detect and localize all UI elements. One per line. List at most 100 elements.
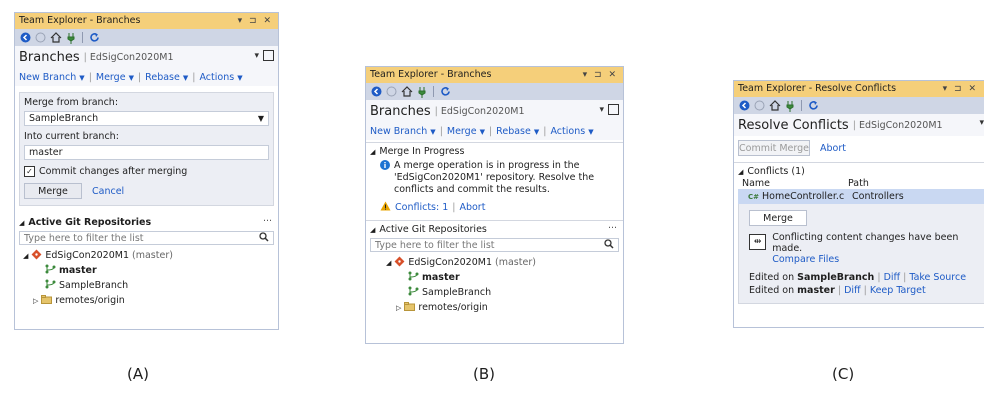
repo-tree-node[interactable]: ◢ EdSigCon2020M1 (master) bbox=[386, 255, 623, 270]
popout-icon[interactable] bbox=[263, 50, 274, 61]
source-branch-name: SampleBranch bbox=[797, 272, 875, 283]
keep-target-link[interactable]: Keep Target bbox=[870, 285, 926, 296]
branch-item-master[interactable]: master bbox=[23, 263, 278, 278]
team-explorer-panel-b: Team Explorer - Branches ▾ ⊐ ✕ Branches … bbox=[365, 66, 624, 344]
home-icon[interactable] bbox=[49, 31, 62, 44]
refresh-icon[interactable] bbox=[88, 31, 101, 44]
active-repos-header[interactable]: ◢ Active Git Repositories ··· bbox=[366, 220, 623, 238]
new-branch-button[interactable]: New Branch ▼ bbox=[370, 126, 436, 137]
connect-icon[interactable] bbox=[783, 99, 796, 112]
expanded-triangle-icon[interactable]: ◢ bbox=[386, 259, 391, 267]
connect-icon[interactable] bbox=[64, 31, 77, 44]
chevron-down-icon[interactable]: ▾ bbox=[979, 118, 984, 128]
more-options-icon[interactable]: ··· bbox=[263, 216, 272, 227]
window-controls[interactable]: ▾ ⊐ ✕ bbox=[238, 13, 273, 29]
more-options-icon[interactable]: ··· bbox=[608, 223, 617, 234]
back-icon[interactable] bbox=[370, 85, 383, 98]
back-icon[interactable] bbox=[19, 31, 32, 44]
repo-filter-input[interactable]: Type here to filter the list bbox=[19, 231, 274, 245]
merge-progress-header[interactable]: ◢ Merge In Progress bbox=[366, 143, 623, 160]
new-branch-button[interactable]: New Branch ▼ bbox=[19, 72, 85, 83]
merge-menu-button[interactable]: Merge ▼ bbox=[447, 126, 485, 137]
repo-filter-input[interactable]: Type here to filter the list bbox=[370, 238, 619, 252]
window-controls[interactable]: ▾ ⊐ ✕ bbox=[583, 67, 618, 83]
merge-menu-button[interactable]: Merge ▼ bbox=[96, 72, 134, 83]
search-icon[interactable] bbox=[604, 238, 614, 252]
conflicts-column-headers: Name Path bbox=[734, 177, 984, 189]
collapse-triangle-icon[interactable]: ◢ bbox=[738, 168, 743, 176]
rebase-menu-button[interactable]: Rebase ▼ bbox=[496, 126, 539, 137]
panel-a-toolbar bbox=[15, 29, 278, 46]
csharp-file-icon: C# bbox=[748, 192, 760, 201]
collapse-triangle-icon[interactable]: ◢ bbox=[370, 226, 375, 234]
abort-link[interactable]: Abort bbox=[820, 143, 846, 154]
repo-tree: ◢ EdSigCon2020M1 (master) master SampleB… bbox=[366, 255, 623, 315]
forward-icon[interactable] bbox=[753, 99, 766, 112]
column-header-name[interactable]: Name bbox=[742, 178, 848, 189]
take-source-link[interactable]: Take Source bbox=[909, 272, 966, 283]
chevron-down-icon: ▼ bbox=[257, 114, 264, 123]
conflicts-link[interactable]: Conflicts: 1 bbox=[395, 202, 448, 213]
home-icon[interactable] bbox=[768, 99, 781, 112]
diff-target-link[interactable]: Diff bbox=[844, 285, 861, 296]
connect-icon[interactable] bbox=[415, 85, 428, 98]
chevron-down-icon[interactable]: ▾ bbox=[254, 51, 259, 61]
chevron-down-icon[interactable]: ▾ bbox=[599, 105, 604, 115]
forward-icon[interactable] bbox=[385, 85, 398, 98]
search-icon[interactable] bbox=[259, 231, 269, 245]
commit-merge-row: Commit Merge Abort bbox=[734, 136, 984, 163]
panel-b-title: Team Explorer - Branches bbox=[370, 69, 492, 80]
remotes-folder-node[interactable]: ▷ remotes/origin bbox=[386, 300, 623, 315]
header-controls: ▾ bbox=[979, 118, 984, 128]
checkbox-checked-icon[interactable]: ✓ bbox=[24, 166, 35, 177]
cancel-link[interactable]: Cancel bbox=[92, 186, 124, 197]
rebase-menu-button[interactable]: Rebase ▼ bbox=[145, 72, 188, 83]
branch-icon bbox=[408, 271, 419, 284]
resolve-conflicts-header: Resolve Conflicts EdSigCon2020M1 ▾ bbox=[734, 114, 984, 136]
actions-menu-button[interactable]: Actions ▼ bbox=[199, 72, 242, 83]
diff-source-link[interactable]: Diff bbox=[884, 272, 901, 283]
commit-changes-checkbox[interactable]: ✓ Commit changes after merging bbox=[24, 166, 269, 177]
popout-icon[interactable] bbox=[608, 104, 619, 115]
branch-icon bbox=[45, 279, 56, 292]
caption-c: (C) bbox=[832, 365, 855, 383]
commit-merge-button[interactable]: Commit Merge bbox=[738, 140, 810, 156]
collapse-triangle-icon[interactable]: ◢ bbox=[19, 219, 24, 227]
branch-item-master[interactable]: master bbox=[386, 270, 623, 285]
merge-from-select[interactable]: SampleBranch ▼ bbox=[24, 111, 269, 126]
folder-icon bbox=[404, 301, 416, 314]
page-title: Branches bbox=[370, 103, 431, 119]
team-explorer-panel-a: Team Explorer - Branches ▾ ⊐ ✕ Branches … bbox=[14, 12, 279, 330]
compare-files-link[interactable]: Compare Files bbox=[772, 254, 981, 265]
into-branch-label: Into current branch: bbox=[24, 131, 119, 142]
merge-button[interactable]: Merge bbox=[24, 183, 82, 199]
conflict-file-row[interactable]: C# HomeController.cs [b... Controllers bbox=[738, 189, 984, 204]
branch-item-samplebranch[interactable]: SampleBranch bbox=[386, 285, 623, 300]
expanded-triangle-icon[interactable]: ◢ bbox=[23, 252, 28, 260]
collapse-triangle-icon[interactable]: ◢ bbox=[370, 148, 375, 156]
conflicts-header[interactable]: ◢ Conflicts (1) bbox=[734, 163, 984, 177]
folder-icon bbox=[41, 294, 53, 307]
refresh-icon[interactable] bbox=[439, 85, 452, 98]
back-icon[interactable] bbox=[738, 99, 751, 112]
abort-link[interactable]: Abort bbox=[459, 202, 485, 213]
branch-item-samplebranch[interactable]: SampleBranch bbox=[23, 278, 278, 293]
repo-tree-node[interactable]: ◢ EdSigCon2020M1 (master) bbox=[23, 248, 278, 263]
branch-actions-bar: New Branch ▼ | Merge ▼ | Rebase ▼ | Acti… bbox=[15, 68, 278, 86]
compare-icon: ⇹ bbox=[749, 234, 767, 250]
active-repos-header[interactable]: ◢ Active Git Repositories ··· bbox=[15, 214, 278, 231]
toolbar-separator bbox=[433, 86, 434, 97]
panel-c-title: Team Explorer - Resolve Conflicts bbox=[738, 83, 897, 94]
remotes-folder-node[interactable]: ▷ remotes/origin bbox=[23, 293, 278, 308]
home-icon[interactable] bbox=[400, 85, 413, 98]
merge-form: Merge from branch: SampleBranch ▼ Into c… bbox=[19, 92, 274, 206]
collapsed-triangle-icon[interactable]: ▷ bbox=[396, 304, 401, 312]
collapsed-triangle-icon[interactable]: ▷ bbox=[33, 297, 38, 305]
actions-menu-button[interactable]: Actions ▼ bbox=[550, 126, 593, 137]
merge-button[interactable]: Merge bbox=[749, 210, 807, 226]
window-controls[interactable]: ▾ ⊐ ✕ bbox=[943, 81, 978, 97]
header-controls: ▾ bbox=[254, 50, 274, 61]
column-header-path[interactable]: Path bbox=[848, 178, 869, 189]
forward-icon[interactable] bbox=[34, 31, 47, 44]
refresh-icon[interactable] bbox=[807, 99, 820, 112]
